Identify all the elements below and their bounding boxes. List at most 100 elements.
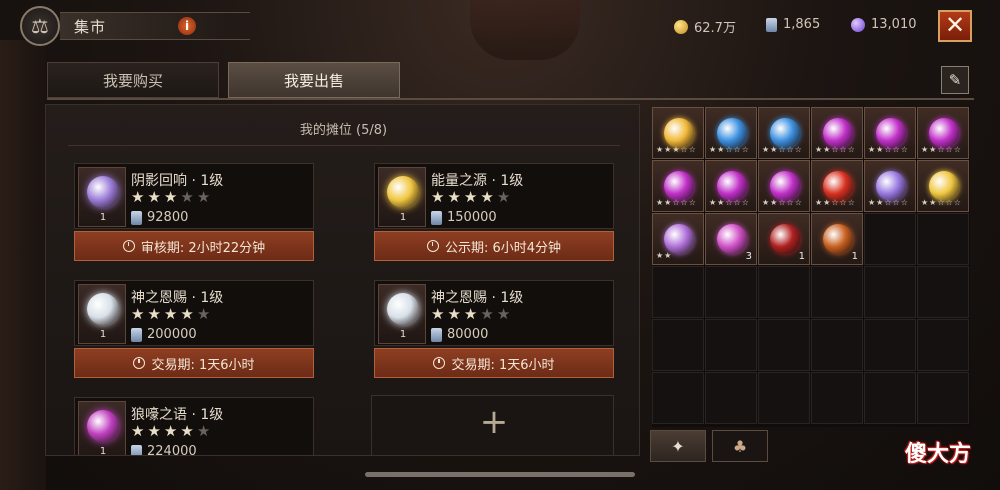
star-filled-icon: ★ bbox=[447, 188, 464, 206]
background-left bbox=[0, 40, 46, 490]
inventory-grid: ★★★☆☆ ★★☆☆☆ ★★☆☆☆ ★★☆☆☆ ★★☆☆☆ ★★☆☆☆ ★★☆☆☆ ★★☆☆☆… bbox=[652, 107, 970, 427]
scroll-icon bbox=[131, 327, 142, 342]
stall-slot[interactable]: 1 能量之源 · 1级 ★★★★★ 150000 公示期: 6小时4分钟 bbox=[374, 163, 614, 263]
inventory-item[interactable]: 1 bbox=[758, 213, 810, 265]
stall-slot[interactable]: 1 神之恩赐 · 1级 ★★★★★ 80000 交易期: 1天6小时 bbox=[374, 280, 614, 380]
inventory-item[interactable]: ★★☆☆☆ bbox=[705, 160, 757, 212]
item-qty: 1 bbox=[99, 329, 107, 340]
close-button[interactable]: ✕ bbox=[938, 10, 972, 42]
tab-materials[interactable]: ♣ bbox=[712, 430, 768, 462]
stall-slot[interactable]: 1 狼嚎之语 · 1级 ★★★★★ 224000 bbox=[74, 397, 314, 456]
top-bar: ⚖ 集市 i 62.7万 1,865 13,010 ✕ bbox=[0, 0, 1000, 50]
scroll-icon bbox=[131, 444, 142, 455]
inventory-item[interactable]: ★★☆☆☆ bbox=[811, 160, 863, 212]
currency-gem: 13,010 bbox=[851, 17, 917, 32]
inventory-empty-cell bbox=[864, 213, 916, 265]
inventory-item[interactable]: ★★☆☆☆ bbox=[758, 160, 810, 212]
star-filled-icon: ★ bbox=[431, 305, 448, 323]
star-filled-icon: ★ bbox=[180, 422, 197, 440]
inventory-empty-cell bbox=[811, 319, 863, 371]
inventory-item[interactable]: ★★☆☆☆ bbox=[917, 160, 969, 212]
item-icon-box: 1 bbox=[78, 167, 126, 227]
star-filled-icon: ★ bbox=[463, 305, 481, 323]
item-orb-icon bbox=[87, 176, 119, 208]
inventory-empty-cell bbox=[917, 319, 969, 371]
inventory-item[interactable]: ★★☆☆☆ bbox=[864, 107, 916, 159]
slot-card: 1 狼嚎之语 · 1级 ★★★★★ 224000 bbox=[74, 397, 314, 456]
star-filled-icon: ★ bbox=[131, 188, 148, 206]
item-stars: ★★☆☆☆ bbox=[709, 198, 750, 207]
scroll-icon bbox=[431, 210, 442, 225]
star-filled-icon: ★ bbox=[131, 305, 148, 323]
inventory-empty-cell bbox=[917, 266, 969, 318]
my-stall-panel: 我的摊位 (5/8) 1 阴影回响 · 1级 ★★★★★ 92800 审核期: … bbox=[45, 104, 640, 456]
tab-buy[interactable]: 我要购买 bbox=[47, 62, 219, 98]
gem-icon bbox=[876, 118, 906, 148]
star-filled-icon: ★ bbox=[147, 305, 164, 323]
slot-card: 1 能量之源 · 1级 ★★★★★ 150000 bbox=[374, 163, 614, 229]
inventory-item[interactable]: ★★☆☆☆ bbox=[705, 107, 757, 159]
inventory-empty-cell bbox=[917, 372, 969, 424]
inventory-item[interactable]: ★★☆☆☆ bbox=[811, 107, 863, 159]
gem-icon bbox=[664, 224, 694, 254]
inventory-item[interactable]: ★★☆☆☆ bbox=[917, 107, 969, 159]
stall-title: 我的摊位 (5/8) bbox=[299, 123, 388, 138]
item-name: 神之恩赐 · 1级 bbox=[431, 290, 524, 306]
inventory-empty-cell bbox=[917, 213, 969, 265]
item-price: 224000 bbox=[131, 444, 197, 456]
gem-icon bbox=[770, 171, 800, 201]
star-filled-icon: ★ bbox=[447, 305, 464, 323]
status-timer: 审核期: 2小时22分钟 bbox=[74, 231, 314, 261]
gem-icon bbox=[664, 171, 694, 201]
star-filled-icon: ★ bbox=[163, 305, 181, 323]
gem-icon bbox=[717, 171, 747, 201]
pouch-icon: ♣ bbox=[732, 436, 748, 456]
edit-icon[interactable]: ✎ bbox=[941, 66, 969, 94]
item-count: 1 bbox=[851, 251, 858, 262]
clock-icon bbox=[426, 240, 439, 252]
inventory-item[interactable]: ★★★☆☆ bbox=[652, 107, 704, 159]
star-empty-icon: ★ bbox=[196, 422, 214, 440]
tab-gems[interactable]: ✦ bbox=[650, 430, 706, 462]
page-title: 集市 bbox=[74, 18, 107, 36]
timer-text: 交易期: 1天6小时 bbox=[151, 357, 255, 373]
gem-icon bbox=[929, 171, 959, 201]
inventory-item[interactable]: ★★ bbox=[652, 213, 704, 265]
add-listing-button[interactable]: + bbox=[371, 395, 614, 455]
inventory-item[interactable]: ★★☆☆☆ bbox=[652, 160, 704, 212]
stall-slot[interactable]: 1 神之恩赐 · 1级 ★★★★★ 200000 交易期: 1天6小时 bbox=[74, 280, 314, 380]
inventory-item[interactable]: ★★☆☆☆ bbox=[864, 160, 916, 212]
star-filled-icon: ★ bbox=[163, 188, 181, 206]
inventory-item[interactable]: 1 bbox=[811, 213, 863, 265]
currency-gold-value: 62.7万 bbox=[694, 21, 736, 36]
stall-slot[interactable]: 1 阴影回响 · 1级 ★★★★★ 92800 审核期: 2小时22分钟 bbox=[74, 163, 314, 263]
tab-sell[interactable]: 我要出售 bbox=[228, 62, 400, 98]
inventory-item[interactable]: 3 bbox=[705, 213, 757, 265]
item-stars: ★★☆☆☆ bbox=[762, 145, 803, 154]
item-orb-icon bbox=[87, 410, 119, 442]
item-price-value: 224000 bbox=[147, 444, 197, 456]
inventory-item[interactable]: ★★☆☆☆ bbox=[758, 107, 810, 159]
inventory-empty-cell bbox=[864, 266, 916, 318]
item-orb-icon bbox=[387, 176, 419, 208]
gem-icon bbox=[770, 118, 800, 148]
item-stars: ★★★★★ bbox=[131, 305, 213, 323]
item-price: 80000 bbox=[431, 327, 488, 342]
star-empty-icon: ★ bbox=[496, 305, 514, 323]
clock-icon bbox=[433, 357, 446, 369]
info-icon[interactable]: i bbox=[178, 17, 196, 35]
watermark: 傻大方 bbox=[905, 442, 972, 467]
item-qty: 1 bbox=[99, 446, 107, 456]
item-price: 92800 bbox=[131, 210, 188, 225]
inventory-empty-cell bbox=[864, 372, 916, 424]
item-price: 200000 bbox=[131, 327, 197, 342]
star-filled-icon: ★ bbox=[163, 422, 181, 440]
item-stars: ★★★☆☆ bbox=[656, 145, 697, 154]
gem-icon bbox=[717, 224, 747, 254]
star-filled-icon: ★ bbox=[180, 305, 197, 323]
item-icon-box: 1 bbox=[78, 401, 126, 456]
inventory-empty-cell bbox=[652, 319, 704, 371]
item-stars: ★★★★★ bbox=[431, 305, 513, 323]
timer-text: 公示期: 6小时4分钟 bbox=[444, 240, 562, 256]
slot-card: 1 阴影回响 · 1级 ★★★★★ 92800 bbox=[74, 163, 314, 229]
